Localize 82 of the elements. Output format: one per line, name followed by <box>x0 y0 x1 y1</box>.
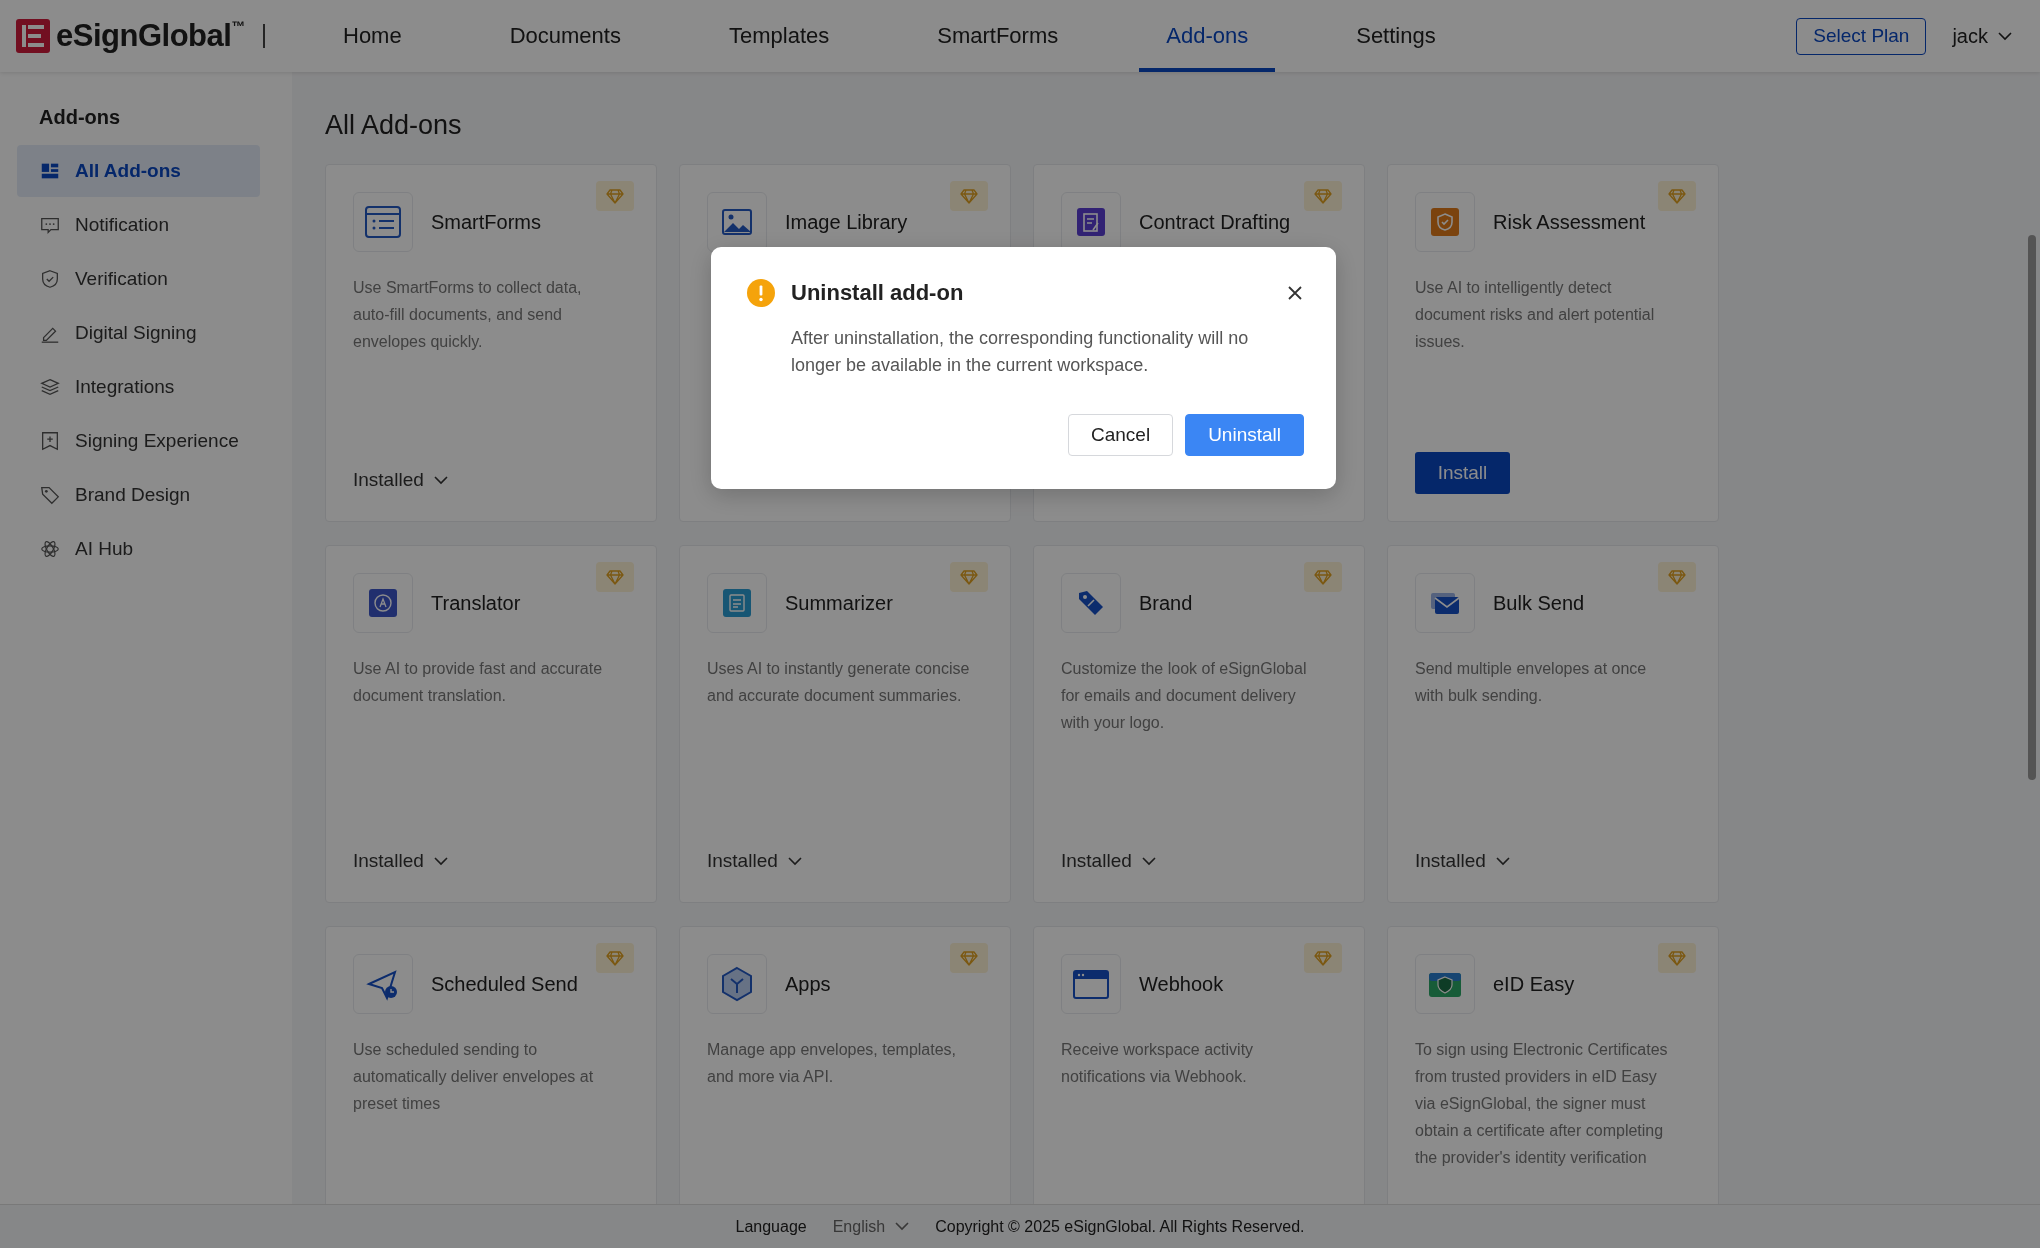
nav-tab[interactable]: Add-ons <box>1139 0 1276 72</box>
nav-tab[interactable]: SmartForms <box>910 0 1086 72</box>
dialog-title: Uninstall add-on <box>791 280 965 306</box>
shield-icon <box>39 268 61 290</box>
addon-description: Use AI to provide fast and accurate document translation. <box>353 659 604 706</box>
installed-dropdown[interactable]: Installed <box>707 850 802 872</box>
addon-title: Webhook <box>1139 972 1224 996</box>
atom-icon <box>39 538 61 560</box>
sidebar-item[interactable]: Notification <box>17 199 260 251</box>
diamond-icon <box>1668 569 1686 585</box>
sidebar-item[interactable]: Integrations <box>17 361 260 413</box>
addon-description: Use SmartForms to collect data, auto-fill documents, and send envelopes quickly. <box>353 278 583 352</box>
language-dropdown[interactable]: English <box>832 1217 910 1236</box>
chevron-down-icon <box>1998 31 2012 41</box>
installed-dropdown[interactable]: Installed <box>1415 850 1510 872</box>
cancel-button[interactable]: Cancel <box>1067 414 1174 456</box>
tag-icon <box>39 484 61 506</box>
nav-tab[interactable]: Home <box>316 0 429 72</box>
diamond-icon <box>1314 188 1332 204</box>
addon-description: Send multiple envelopes at once with bulk sending. <box>1415 659 1648 706</box>
installed-dropdown[interactable]: Installed <box>353 469 448 491</box>
diamond-icon <box>960 950 978 966</box>
addon-description: Receive workspace activity notifications via Webhook. <box>1061 1040 1255 1087</box>
addon-description: Manage app envelopes, templates, and more via API. <box>707 1040 958 1087</box>
chevron-down-icon <box>787 856 802 866</box>
logo-icon <box>16 19 50 53</box>
diamond-icon <box>1668 188 1686 204</box>
sidebar-item[interactable]: AI Hub <box>17 523 260 575</box>
nav-tab[interactable]: Documents <box>482 0 648 72</box>
sidebar-heading: Add-ons <box>39 106 122 129</box>
brand-name: eSignGlobal™ <box>56 17 245 55</box>
diamond-icon <box>606 188 624 204</box>
sidebar-item[interactable]: All Add-ons <box>17 145 260 197</box>
chevron-down-icon <box>433 475 448 485</box>
addon-title: Scheduled Send <box>431 972 578 996</box>
chevron-down-icon <box>433 856 448 866</box>
page-title: All Add-ons <box>325 110 463 141</box>
chevron-down-icon <box>1141 856 1156 866</box>
addon-title: Summarizer <box>785 591 893 615</box>
addon-title: Apps <box>785 972 831 996</box>
installed-dropdown[interactable]: Installed <box>1061 850 1156 872</box>
addon-description: Use scheduled sending to automatically deliver envelopes at preset times <box>353 1040 595 1114</box>
diamond-icon <box>960 188 978 204</box>
dialog-message: After uninstallation, the corresponding functionality will no longer be available in the current workspace. <box>791 327 1250 377</box>
addon-title: eID Easy <box>1493 972 1575 996</box>
addon-title: Translator <box>431 591 521 615</box>
sidebar-item[interactable]: Digital Signing <box>17 307 260 359</box>
scrollbar-thumb[interactable] <box>2028 235 2036 780</box>
diamond-icon <box>606 950 624 966</box>
addon-description: Use AI to intelligently detect document risks and alert potential issues. <box>1415 278 1656 352</box>
install-button[interactable]: Install <box>1415 452 1510 494</box>
addon-title: Contract Drafting <box>1139 210 1291 234</box>
diamond-icon <box>1314 569 1332 585</box>
language-label: Language <box>735 1217 807 1236</box>
bookmark-icon <box>39 430 61 452</box>
sidebar-item[interactable]: Brand Design <box>17 469 260 521</box>
nav-tab[interactable]: Templates <box>701 0 857 72</box>
select-plan-button[interactable]: Select Plan <box>1796 17 1927 55</box>
diamond-icon <box>1668 950 1686 966</box>
addon-title: Bulk Send <box>1493 591 1585 615</box>
chevron-down-icon <box>895 1222 910 1231</box>
addon-description: Uses AI to instantly generate concise and accurate document summaries. <box>707 659 971 706</box>
user-menu[interactable]: jack <box>1946 23 2018 49</box>
addon-title: SmartForms <box>431 210 541 234</box>
chevron-down-icon <box>1495 856 1510 866</box>
nav-tab[interactable]: Settings <box>1329 0 1463 72</box>
addon-title: Brand <box>1139 591 1193 615</box>
addon-title: Risk Assessment <box>1493 210 1646 234</box>
sidebar-item[interactable]: Verification <box>17 253 260 305</box>
copyright-text: Copyright © 2025 eSignGlobal. All Rights Reserved. <box>935 1217 1305 1236</box>
addon-description: Customize the look of eSignGlobal for emails and document delivery with your logo. <box>1061 659 1308 733</box>
diamond-icon <box>1314 950 1332 966</box>
addon-title: Image Library <box>785 210 908 234</box>
diamond-icon <box>960 569 978 585</box>
addon-description: To sign using Electronic Certificates from trusted providers in eID Easy via eSignGlobal, the signer must obtain a certificate after completing the provider's identity verification <box>1415 1040 1669 1168</box>
layers-icon <box>39 376 61 398</box>
diamond-icon <box>606 569 624 585</box>
close-icon[interactable] <box>1286 284 1304 302</box>
sidebar-item[interactable]: Signing Experience <box>17 415 260 467</box>
installed-dropdown[interactable]: Installed <box>353 850 448 872</box>
uninstall-button[interactable]: Uninstall <box>1185 414 1304 456</box>
warning-icon <box>747 279 775 307</box>
